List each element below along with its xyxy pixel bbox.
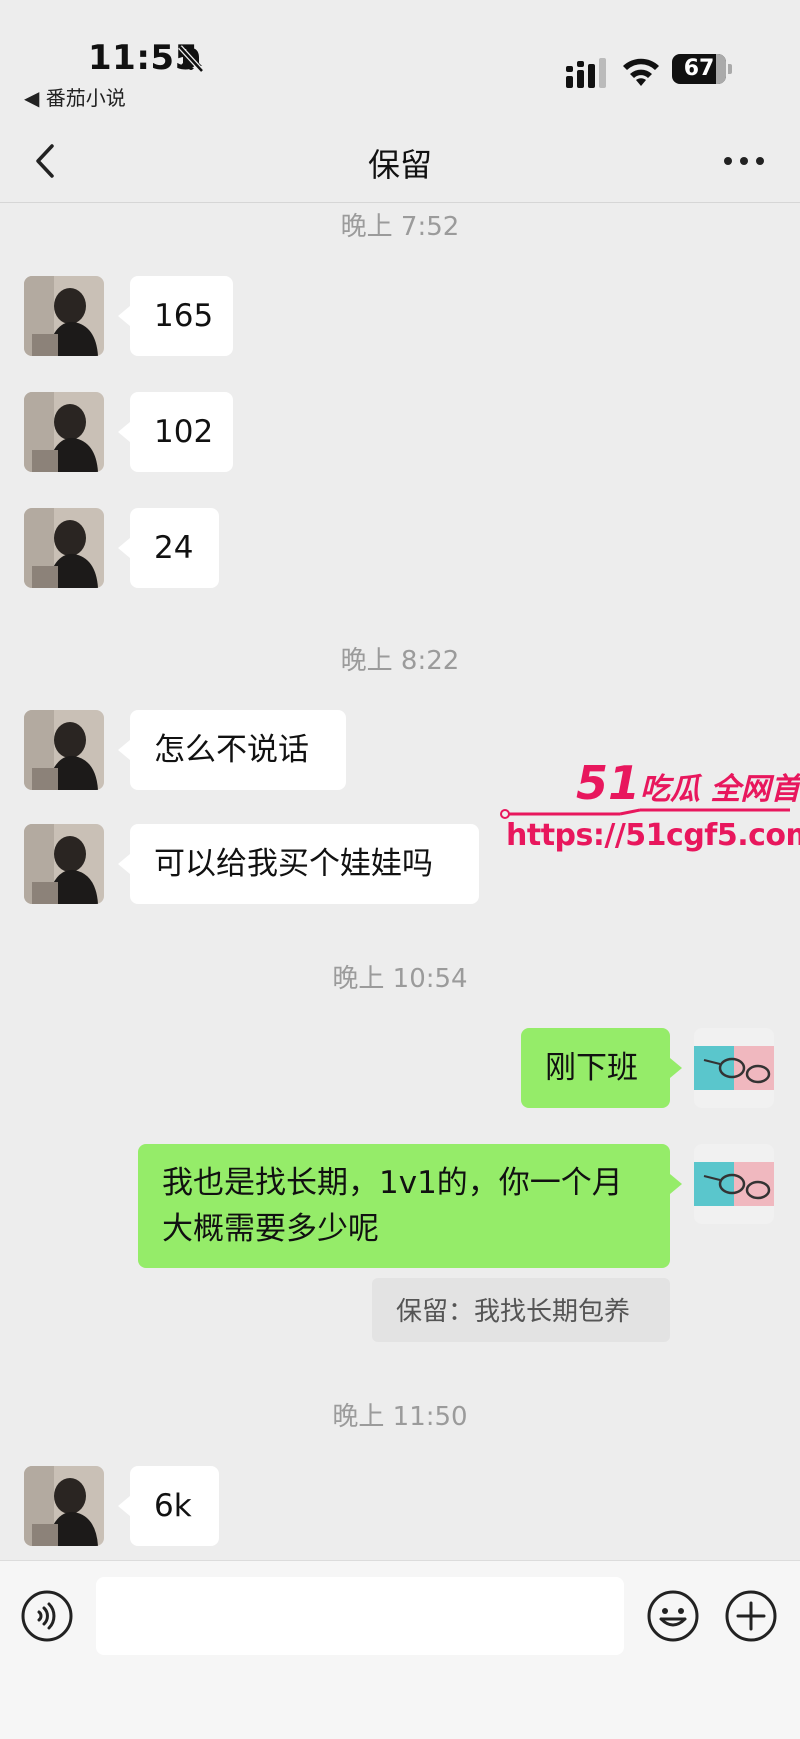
contact-avatar[interactable] [24, 392, 104, 472]
input-bar [0, 1560, 800, 1739]
message-bubble-incoming[interactable]: 怎么不说话 [130, 710, 346, 790]
voice-icon[interactable] [20, 1589, 74, 1643]
emoji-icon[interactable] [646, 1589, 700, 1643]
contact-avatar[interactable] [24, 824, 104, 904]
contact-avatar[interactable] [24, 710, 104, 790]
battery-icon: 67 [672, 54, 732, 84]
watermark-number: 51 [576, 756, 641, 810]
battery-level: 67 [683, 56, 715, 81]
plus-icon[interactable] [724, 1589, 778, 1643]
bell-muted-icon [178, 45, 204, 73]
quoted-message[interactable]: 保留：我找长期包养 [372, 1278, 670, 1342]
watermark-brand: 51吃瓜 全网首发 [576, 756, 800, 810]
message-bubble-incoming[interactable]: 可以给我买个娃娃吗 [130, 824, 479, 904]
timestamp: 晚上 10:54 [332, 964, 468, 994]
chat-title: 保留 [367, 146, 432, 184]
watermark-url: https://51cgf5.com [506, 818, 800, 853]
back-chevron-icon[interactable] [28, 140, 62, 182]
timestamp: 晚上 11:50 [332, 1402, 468, 1432]
contact-avatar[interactable] [24, 1466, 104, 1546]
back-to-app-link[interactable]: ◀ 番茄小说 [24, 82, 126, 111]
wifi-icon [623, 58, 659, 86]
more-icon[interactable] [722, 146, 766, 176]
signal-icon [566, 58, 606, 88]
message-input[interactable] [96, 1577, 624, 1655]
chat-header: 保留 [0, 120, 800, 203]
message-bubble-outgoing[interactable]: 刚下班 [521, 1028, 670, 1108]
message-bubble-incoming[interactable]: 102 [130, 392, 233, 472]
my-avatar[interactable] [694, 1144, 774, 1224]
contact-avatar[interactable] [24, 508, 104, 588]
timestamp: 晚上 8:22 [340, 646, 460, 676]
my-avatar[interactable] [694, 1028, 774, 1108]
message-bubble-incoming[interactable]: 24 [130, 508, 219, 588]
timestamp: 晚上 7:52 [340, 212, 460, 242]
message-bubble-incoming[interactable]: 6k [130, 1466, 219, 1546]
status-bar: 11:55 ◀ 番茄小说 67 [0, 0, 800, 120]
contact-avatar[interactable] [24, 276, 104, 356]
message-bubble-incoming[interactable]: 165 [130, 276, 233, 356]
watermark-brand-text: 吃瓜 全网首发 [640, 772, 800, 807]
message-bubble-outgoing[interactable]: 我也是找长期，1v1的，你一个月大概需要多少呢 [138, 1144, 670, 1268]
